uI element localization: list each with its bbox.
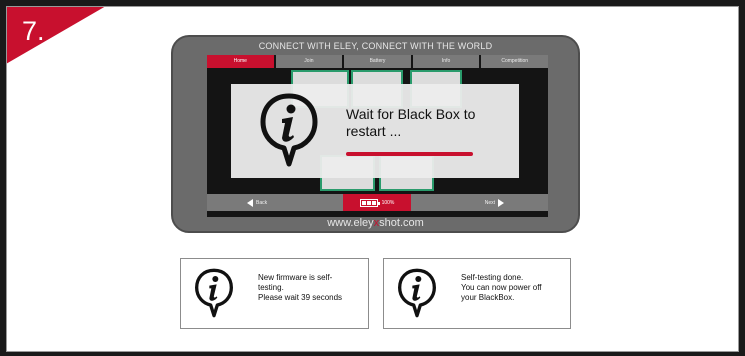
- info-text: New firmware is self- testing. Please wa…: [258, 273, 363, 303]
- info-bubble-icon: [398, 268, 436, 318]
- battery-percent: 100%: [381, 199, 395, 206]
- info-line: Please wait 39 seconds: [258, 293, 343, 302]
- info-line: New firmware is self-: [258, 273, 333, 282]
- url-suffix: shot.com: [379, 217, 424, 229]
- tab-battery[interactable]: Battery: [344, 55, 411, 68]
- back-label: Back: [256, 199, 268, 206]
- next-button[interactable]: Next: [485, 194, 504, 211]
- dialog-message: Wait for Black Box to restart ...: [346, 106, 476, 139]
- step-number: 7.: [22, 16, 45, 46]
- battery-icon: [359, 198, 380, 207]
- tab-home[interactable]: Home: [207, 55, 274, 68]
- info-line: your BlackBox.: [461, 293, 515, 302]
- info-line: You can now power off: [461, 283, 542, 292]
- info-box-firmware-testing: New firmware is self- testing. Please wa…: [180, 258, 369, 329]
- device-frame: CONNECT WITH ELEY, CONNECT WITH THE WORL…: [171, 35, 580, 233]
- restart-progress-bar: [346, 152, 473, 156]
- instruction-page: 7. CONNECT WITH ELEY, CONNECT WITH THE W…: [6, 6, 739, 352]
- info-bubble-icon: [195, 268, 233, 318]
- device-screen: Home Join Battery Info Competition Wait …: [207, 55, 548, 217]
- url-prefix: www.eley: [327, 217, 374, 229]
- info-box-testing-done: Self-testing done. You can now power off…: [383, 258, 571, 329]
- battery-status: 100%: [343, 194, 411, 211]
- device-header-slogan: CONNECT WITH ELEY, CONNECT WITH THE WORL…: [258, 41, 493, 51]
- tab-join[interactable]: Join: [275, 55, 343, 68]
- step-corner-badge: [7, 7, 106, 64]
- back-button[interactable]: Back: [247, 194, 267, 211]
- chevron-left-icon: [247, 198, 253, 207]
- tab-competition[interactable]: Competition: [481, 55, 548, 68]
- info-line: testing.: [258, 283, 284, 292]
- info-bubble-icon: [260, 93, 318, 167]
- restart-dialog: Wait for Black Box to restart ...: [231, 84, 519, 178]
- info-line: Self-testing done.: [461, 273, 524, 282]
- device-url: www.eleyxshot.com: [173, 217, 578, 229]
- nav-bar: Home Join Battery Info Competition: [207, 55, 548, 68]
- next-label: Next: [484, 199, 495, 206]
- chevron-right-icon: [498, 198, 504, 207]
- tab-info[interactable]: Info: [412, 55, 480, 68]
- info-text: Self-testing done. You can now power off…: [461, 273, 566, 303]
- bottom-bar: Back 100% Next: [207, 194, 548, 211]
